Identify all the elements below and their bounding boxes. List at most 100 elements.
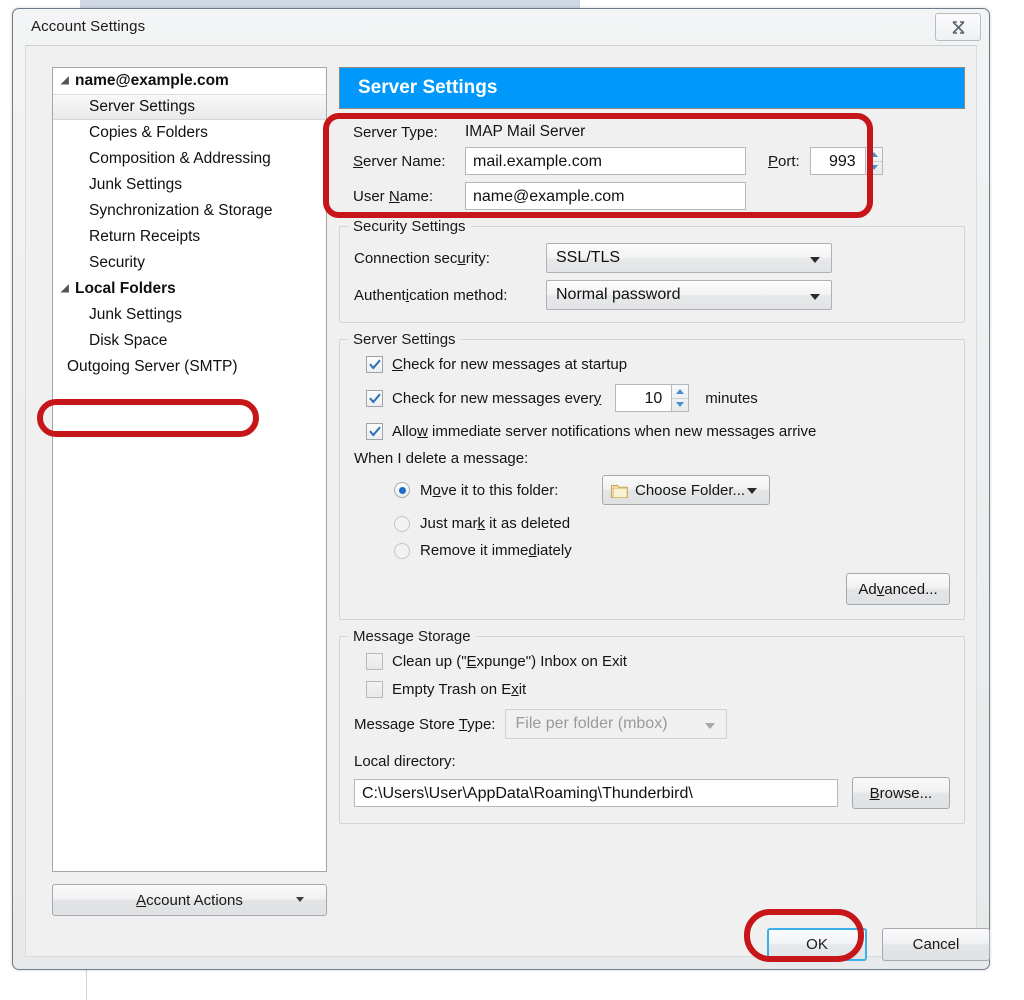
allow-notifications-label: Allow immediate server notifications whe… xyxy=(392,423,817,440)
close-icon[interactable] xyxy=(935,13,981,41)
check-interval-input[interactable]: 10 xyxy=(615,384,673,412)
clean-up-checkbox[interactable] xyxy=(366,653,383,670)
delete-move-radio[interactable] xyxy=(394,482,410,498)
sidebar-item-label: Junk Settings xyxy=(89,306,183,323)
choose-folder-label: Choose Folder... xyxy=(635,481,746,499)
store-type-value: File per folder (mbox) xyxy=(515,715,668,732)
account-actions-label: Account Actions xyxy=(136,891,243,909)
browse-label: Browse... xyxy=(869,784,933,802)
security-settings-title: Security Settings xyxy=(348,218,471,235)
port-input[interactable]: 993 xyxy=(809,147,866,175)
server-type-value: IMAP Mail Server xyxy=(465,123,586,140)
user-name-input[interactable]: name@example.com xyxy=(465,182,746,210)
browse-button[interactable]: Browse... xyxy=(851,777,950,809)
port-stepper[interactable]: 993 xyxy=(809,147,883,175)
account-settings-dialog: Account Settings ◢ name@example.com Serv… xyxy=(12,8,990,970)
security-settings-group: Security Settings Connection security: S… xyxy=(339,218,965,323)
sidebar-item-outgoing-server-smtp[interactable]: Outgoing Server (SMTP) xyxy=(53,354,326,380)
check-startup-checkbox[interactable] xyxy=(366,356,383,373)
dialog-title: Account Settings xyxy=(31,18,146,35)
background-window-bottom-edge xyxy=(0,978,1024,1000)
sidebar-item-label: Security xyxy=(89,254,145,271)
twisty-icon[interactable]: ◢ xyxy=(61,76,75,86)
sidebar-item-copies-folders[interactable]: Copies & Folders xyxy=(53,120,326,146)
sidebar-item-label: Synchronization & Storage xyxy=(89,202,273,219)
twisty-icon[interactable]: ◢ xyxy=(61,284,75,294)
check-interval-checkbox[interactable] xyxy=(366,389,383,407)
sidebar-item-composition-addressing[interactable]: Composition & Addressing xyxy=(53,146,326,172)
check-interval-unit: minutes xyxy=(705,389,758,407)
port-label: Port: xyxy=(768,152,800,170)
chevron-down-icon xyxy=(705,723,716,729)
local-directory-label: Local directory: xyxy=(354,753,456,770)
sidebar-item-local-folders[interactable]: ◢ Local Folders xyxy=(53,276,326,302)
account-actions-button[interactable]: Account Actions xyxy=(52,884,327,916)
message-storage-title: Message Storage xyxy=(348,628,476,645)
sidebar-item-label: Server Settings xyxy=(89,98,195,115)
sidebar-item-label: Return Receipts xyxy=(89,228,201,245)
sidebar-item-label: Local Folders xyxy=(75,280,176,297)
sidebar-item-junk-settings[interactable]: Junk Settings xyxy=(53,172,326,198)
authentication-method-value: Normal password xyxy=(556,286,681,303)
settings-tree[interactable]: ◢ name@example.com Server Settings Copie… xyxy=(52,67,327,872)
chevron-down-icon xyxy=(810,257,820,263)
port-spinner-up[interactable] xyxy=(865,148,882,162)
check-interval-label: Check for new messages every xyxy=(392,389,602,407)
settings-pane: Server Settings Server Type: IMAP Mail S… xyxy=(339,67,965,824)
sidebar-item-local-junk-settings[interactable]: Junk Settings xyxy=(53,302,326,328)
background-window-top-strip xyxy=(80,0,580,8)
check-interval-spinner-up[interactable] xyxy=(672,385,689,399)
empty-trash-checkbox[interactable] xyxy=(366,681,383,698)
choose-folder-button[interactable]: Choose Folder... xyxy=(602,475,770,505)
check-startup-label: Check for new messages at startup xyxy=(392,356,628,373)
dialog-content: ◢ name@example.com Server Settings Copie… xyxy=(25,45,977,957)
authentication-method-label: Authentication method: xyxy=(354,286,508,304)
delete-mark-label: Just mark it as deleted xyxy=(420,515,571,532)
connection-security-select[interactable]: SSL/TLS xyxy=(546,243,832,273)
port-spinner-buttons[interactable] xyxy=(865,147,883,175)
ok-label: OK xyxy=(806,936,828,953)
server-identity-block: Server Type: IMAP Mail Server Server Nam… xyxy=(339,109,965,220)
empty-trash-label: Empty Trash on Exit xyxy=(392,681,527,698)
store-type-label: Message Store Type: xyxy=(354,715,496,733)
sidebar-item-disk-space[interactable]: Disk Space xyxy=(53,328,326,354)
pane-header: Server Settings xyxy=(339,67,965,109)
sidebar-item-security[interactable]: Security xyxy=(53,250,326,276)
clean-up-label: Clean up ("Expunge") Inbox on Exit xyxy=(392,653,627,670)
check-interval-spinner-buttons[interactable] xyxy=(672,384,690,412)
sidebar-item-label: Copies & Folders xyxy=(89,124,208,141)
background-window-right-edge xyxy=(995,0,1024,1000)
user-name-label: User Name: xyxy=(353,187,434,205)
page-title: Server Settings xyxy=(358,77,498,98)
server-name-input[interactable]: mail.example.com xyxy=(465,147,746,175)
sidebar-item-label: Outgoing Server (SMTP) xyxy=(67,358,238,375)
chevron-down-icon xyxy=(296,897,304,902)
cancel-label: Cancel xyxy=(912,936,960,953)
chevron-down-icon xyxy=(747,488,757,494)
delete-remove-label: Remove it immediately xyxy=(420,542,572,559)
store-type-select[interactable]: File per folder (mbox) xyxy=(505,709,728,739)
cancel-button[interactable]: Cancel xyxy=(882,928,990,961)
authentication-method-select[interactable]: Normal password xyxy=(546,280,832,310)
port-spinner-down[interactable] xyxy=(866,162,882,175)
local-directory-input[interactable]: C:\Users\User\AppData\Roaming\Thunderbir… xyxy=(354,779,838,807)
connection-security-label: Connection security: xyxy=(354,249,490,267)
advanced-button[interactable]: Advanced... xyxy=(846,573,950,605)
delete-mark-radio[interactable] xyxy=(394,515,410,532)
sidebar-item-label: Disk Space xyxy=(89,332,168,349)
ok-button[interactable]: OK xyxy=(767,928,867,961)
sidebar-item-account[interactable]: ◢ name@example.com xyxy=(53,68,326,94)
allow-notifications-checkbox[interactable] xyxy=(366,423,383,440)
connection-security-value: SSL/TLS xyxy=(556,249,621,266)
check-interval-spinner-down[interactable] xyxy=(672,399,688,412)
sidebar-item-label: name@example.com xyxy=(75,72,229,89)
delete-prompt-label: When I delete a message: xyxy=(354,450,529,467)
server-name-label: Server Name: xyxy=(353,152,446,170)
message-storage-group: Message Storage Clean up ("Expunge") Inb… xyxy=(339,628,965,824)
sidebar-item-return-receipts[interactable]: Return Receipts xyxy=(53,224,326,250)
sidebar-item-server-settings[interactable]: Server Settings xyxy=(53,94,326,120)
sidebar-item-synchronization-storage[interactable]: Synchronization & Storage xyxy=(53,198,326,224)
check-interval-stepper[interactable]: 10 xyxy=(615,384,690,412)
delete-remove-radio[interactable] xyxy=(394,542,410,559)
sidebar-item-label: Junk Settings xyxy=(89,176,183,193)
